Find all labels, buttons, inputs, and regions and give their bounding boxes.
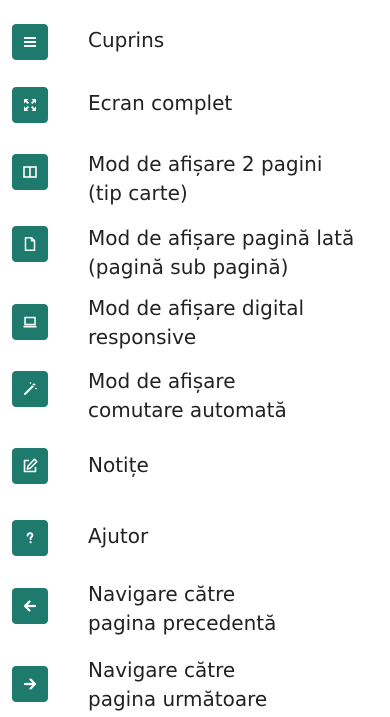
menu-item-label: Ajutor: [88, 524, 149, 548]
menu-item-label: Navigare către pagina precedentă: [88, 582, 277, 635]
arrow-right-icon: [12, 666, 48, 702]
menu-item-wide-page-mode[interactable]: Mod de afișare pagină lată (pagină sub p…: [0, 222, 390, 282]
arrow-left-icon: [12, 588, 48, 624]
page-icon: [12, 226, 48, 262]
menu-item-help[interactable]: Ajutor: [0, 518, 390, 558]
menu-item-label: Mod de afișare digital responsive: [88, 296, 305, 349]
menu-item-notes[interactable]: Notițe: [0, 448, 390, 488]
menu-item-label: Mod de afișare 2 pagini (tip carte): [88, 152, 323, 205]
menu-item-auto-switch-mode[interactable]: Mod de afișare comutare automată: [0, 366, 390, 426]
menu-item-next-page[interactable]: Navigare către pagina următoare: [0, 656, 390, 717]
menu-item-two-page-mode[interactable]: Mod de afișare 2 pagini (tip carte): [0, 148, 390, 208]
menu-item-label: Notițe: [88, 453, 149, 477]
menu-item-label: Ecran complet: [88, 91, 233, 115]
laptop-icon: [12, 304, 48, 340]
two-pages-icon: [12, 154, 48, 190]
fullscreen-icon: [12, 87, 48, 123]
menu-item-previous-page[interactable]: Navigare către pagina precedentă: [0, 578, 390, 638]
menu-item-digital-responsive-mode[interactable]: Mod de afișare digital responsive: [0, 292, 390, 352]
menu-item-table-of-contents[interactable]: Cuprins: [0, 22, 390, 62]
menu-item-label: Navigare către pagina următoare: [88, 658, 268, 711]
edit-note-icon: [12, 448, 48, 484]
magic-wand-icon: [12, 371, 48, 407]
menu-item-fullscreen[interactable]: Ecran complet: [0, 85, 390, 125]
list-icon: [12, 24, 48, 60]
menu-item-label: Mod de afișare comutare automată: [88, 369, 287, 422]
help-icon: [12, 520, 48, 556]
menu-item-label: Cuprins: [88, 28, 165, 52]
menu-item-label: Mod de afișare pagină lată (pagină sub p…: [88, 226, 355, 279]
